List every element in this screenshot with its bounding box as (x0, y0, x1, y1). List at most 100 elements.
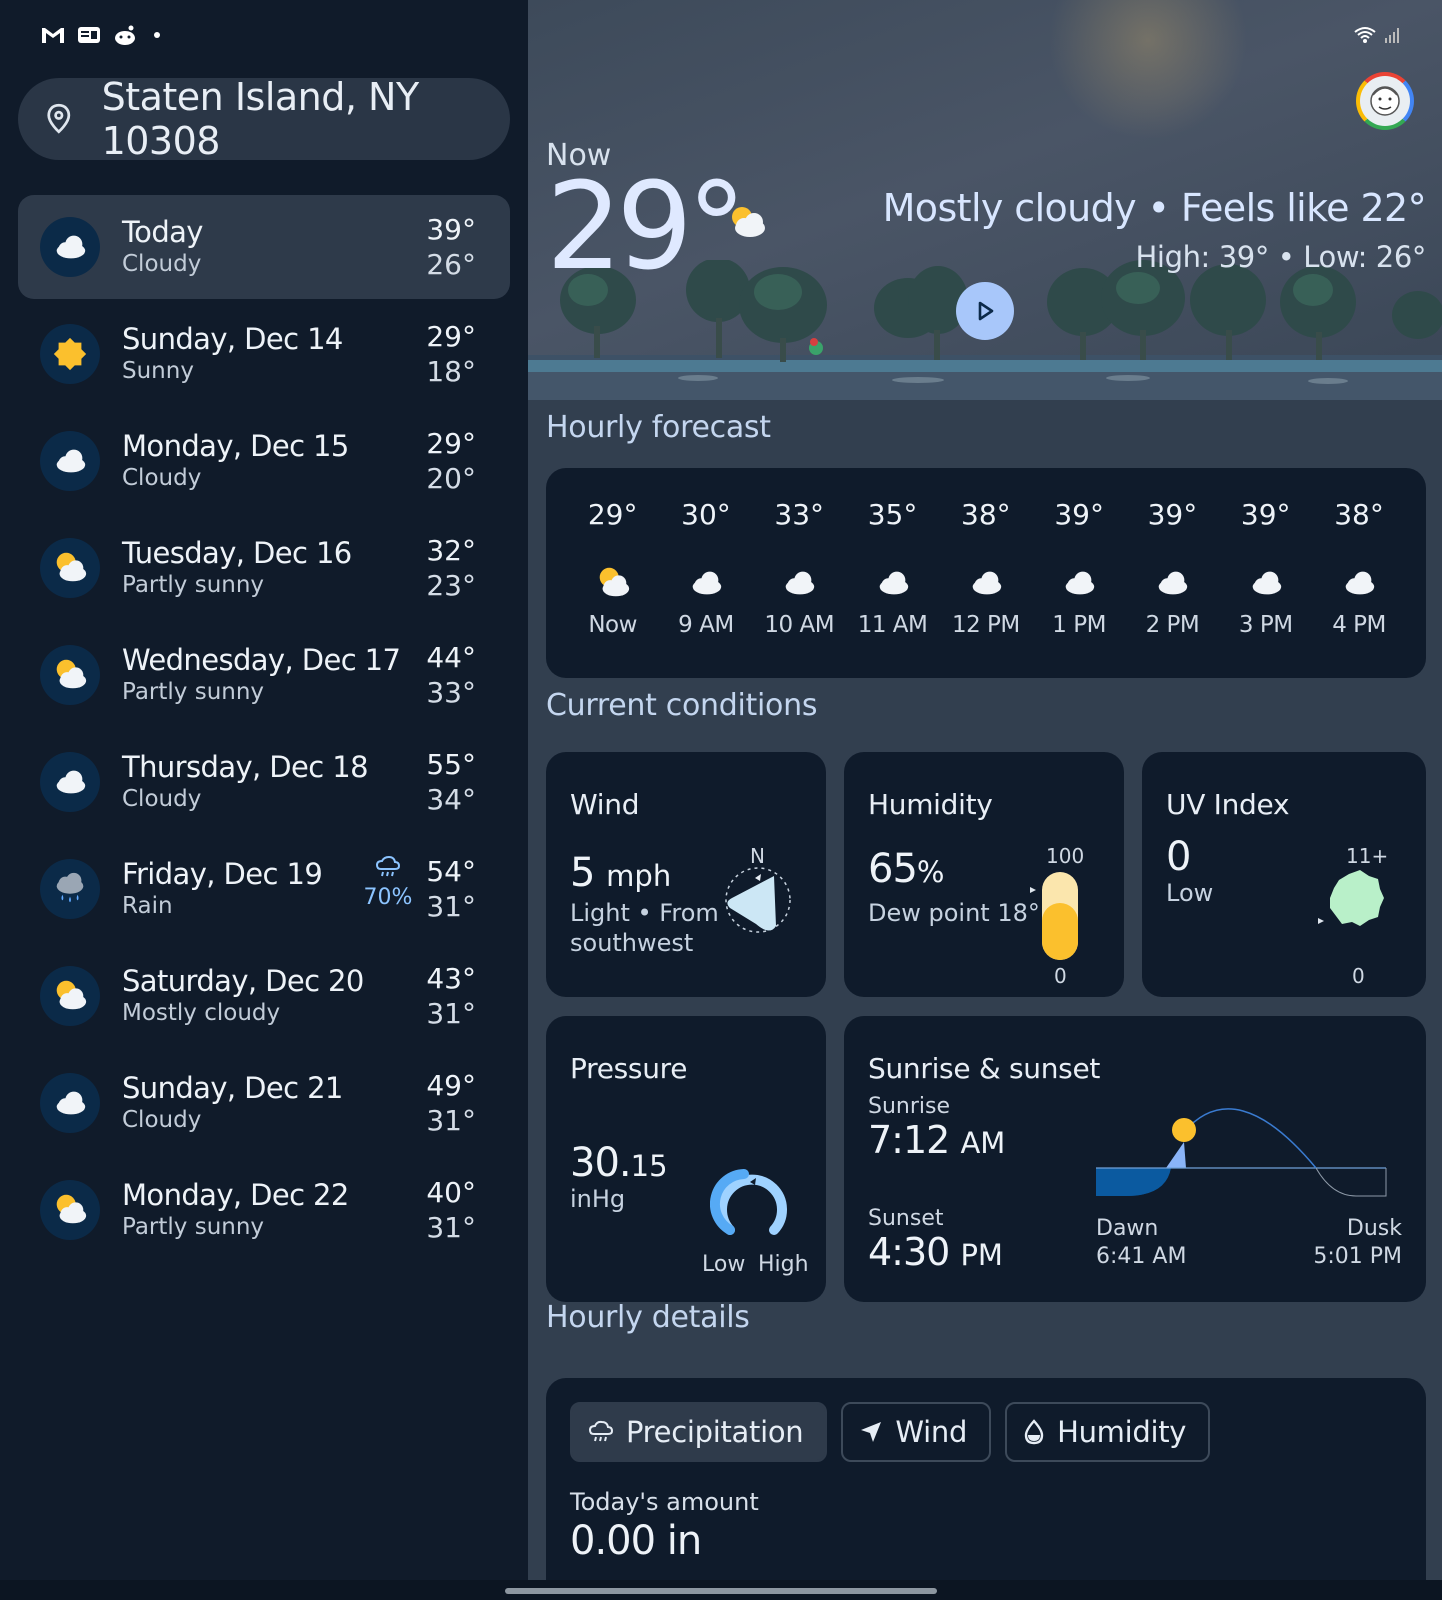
cloud-icon (40, 431, 100, 491)
sun-icon (40, 324, 100, 384)
wind-speed-value: 5 (570, 850, 595, 896)
day-name: Thursday, Dec 18 (122, 750, 369, 784)
day-low: 34° (426, 783, 476, 816)
day-condition: Mostly cloudy (122, 1000, 281, 1026)
wind-card[interactable]: Wind 5 mph Light • From southwest N (546, 752, 826, 997)
cloud-icon (40, 752, 100, 812)
location-pin-icon (47, 103, 71, 134)
home-gesture-handle[interactable] (505, 1588, 937, 1594)
pressure-card[interactable]: Pressure 30.15 inHg Low High (546, 1016, 826, 1302)
hourly-time: 2 PM (1145, 612, 1200, 638)
more-notifications-dot (154, 32, 160, 38)
daily-forecast-row[interactable]: Monday, Dec 15 Cloudy 29° 20° (18, 409, 510, 513)
hourly-item: 39° 1 PM (1032, 498, 1125, 638)
day-high: 54° (426, 855, 476, 888)
day-high: 44° (426, 641, 476, 674)
day-low: 31° (426, 1104, 476, 1137)
uv-sun-icon (1318, 870, 1384, 926)
hourly-time: Now (588, 612, 637, 638)
cloud-icon (1032, 538, 1125, 606)
hourly-item: 38° 4 PM (1312, 498, 1405, 638)
daily-forecast-row[interactable]: Thursday, Dec 18 Cloudy 55° 34° (18, 730, 510, 834)
day-name: Wednesday, Dec 17 (122, 643, 401, 677)
day-high: 43° (426, 962, 476, 995)
account-avatar[interactable] (1356, 72, 1414, 130)
sunset-label: Sunset (868, 1206, 944, 1231)
daily-forecast-row[interactable]: Monday, Dec 22 Partly sunny 40° 31° (18, 1158, 510, 1262)
cloud-icon (1219, 538, 1312, 606)
uv-title: UV Index (1166, 788, 1290, 821)
day-name: Monday, Dec 22 (122, 1178, 349, 1212)
sunset-time: 4:30 PM (868, 1230, 1003, 1274)
hourly-time: 9 AM (678, 612, 734, 638)
cloud-icon (846, 538, 939, 606)
high-low: High: 39° • Low: 26° (1135, 240, 1427, 274)
precip-chance: 70% (358, 855, 418, 910)
uv-index-card[interactable]: UV Index 0 Low 11+ 0 (1142, 752, 1426, 997)
day-condition: Rain (122, 893, 173, 919)
pressure-unit: inHg (570, 1185, 626, 1213)
hourly-details-card: Precipitation Wind Humidity Today's amou… (546, 1378, 1426, 1600)
daily-forecast-list: Today Cloudy 39° 26° Sunday, Dec 14 Sunn… (18, 195, 510, 1265)
pressure-value-decimal: 15 (630, 1149, 668, 1183)
tab-precipitation-label: Precipitation (626, 1415, 804, 1449)
day-high: 49° (426, 1069, 476, 1102)
daily-forecast-row[interactable]: Friday, Dec 19 Rain 70% 54° 31° (18, 837, 510, 941)
hourly-temp: 29° (587, 498, 638, 531)
day-name: Saturday, Dec 20 (122, 964, 364, 998)
hourly-forecast-card[interactable]: 29° Now 30° 9 AM 33° 10 AM 35° 11 AM 38°… (546, 468, 1426, 678)
hourly-temp: 35° (867, 498, 918, 531)
uv-min-label: 0 (1352, 964, 1365, 988)
day-low: 26° (426, 248, 476, 281)
wind-arrow-icon (861, 1422, 882, 1442)
sun-path-chart (1096, 1108, 1387, 1197)
tab-wind[interactable]: Wind (841, 1402, 992, 1462)
hourly-details-title: Hourly details (546, 1300, 750, 1335)
cloud-icon (40, 217, 100, 277)
sunrise-time-value: 7:12 (868, 1118, 950, 1162)
daily-forecast-row[interactable]: Tuesday, Dec 16 Partly sunny 32° 23° (18, 516, 510, 620)
daily-forecast-row[interactable]: Sunday, Dec 21 Cloudy 49° 31° (18, 1051, 510, 1155)
day-name: Sunday, Dec 14 (122, 322, 343, 356)
daily-forecast-row[interactable]: Sunday, Dec 14 Sunny 29° 18° (18, 302, 510, 406)
daily-forecast-row[interactable]: Wednesday, Dec 17 Partly sunny 44° 33° (18, 623, 510, 727)
current-conditions-title: Current conditions (546, 688, 818, 723)
tab-precipitation[interactable]: Precipitation (570, 1402, 828, 1462)
day-name: Today (122, 215, 203, 249)
daily-forecast-row[interactable]: Today Cloudy 39° 26° (18, 195, 510, 299)
play-icon (978, 301, 994, 321)
daily-forecast-row[interactable]: Saturday, Dec 20 Mostly cloudy 43° 31° (18, 944, 510, 1048)
day-condition: Cloudy (122, 251, 202, 277)
tab-humidity[interactable]: Humidity (1005, 1402, 1211, 1462)
partly-sunny-icon (40, 538, 100, 598)
sun-glow (1048, 0, 1248, 140)
day-low: 31° (426, 1211, 476, 1244)
day-high: 39° (426, 213, 476, 246)
pressure-high-label: High (758, 1252, 809, 1277)
humidity-title: Humidity (868, 788, 993, 821)
humidity-max-label: 100 (1046, 844, 1085, 868)
uv-value: 0 (1166, 834, 1191, 880)
hourly-temp: 38° (961, 498, 1011, 531)
hourly-item: 39° 2 PM (1126, 498, 1219, 638)
sunrise-sunset-card[interactable]: Sunrise & sunset Sunrise 7:12 AM Sunset … (844, 1016, 1426, 1302)
partly-sunny-icon (40, 966, 100, 1026)
wind-speed-unit: mph (606, 859, 672, 893)
sunset-ampm: PM (960, 1238, 1003, 1272)
day-high: 32° (426, 534, 476, 567)
system-nav-bar (0, 1580, 1442, 1600)
cloud-icon (1126, 538, 1219, 606)
tab-wind-label: Wind (895, 1415, 968, 1449)
wind-desc-line1: Light • From (570, 899, 719, 927)
signal-icon (1385, 28, 1399, 43)
day-name: Monday, Dec 15 (122, 429, 349, 463)
day-low: 31° (426, 890, 476, 923)
humidity-card[interactable]: Humidity 65% Dew point 18° 100 0 (844, 752, 1124, 997)
precip-percent: 70% (363, 885, 413, 910)
news-icon (78, 27, 100, 43)
play-animation-button[interactable] (956, 282, 1014, 340)
sunrise-sunset-title: Sunrise & sunset (868, 1052, 1101, 1085)
location-search-bar[interactable]: Staten Island, NY 10308 (18, 75, 510, 163)
cloud-icon (753, 538, 846, 606)
dawn-label: Dawn (1096, 1216, 1159, 1241)
